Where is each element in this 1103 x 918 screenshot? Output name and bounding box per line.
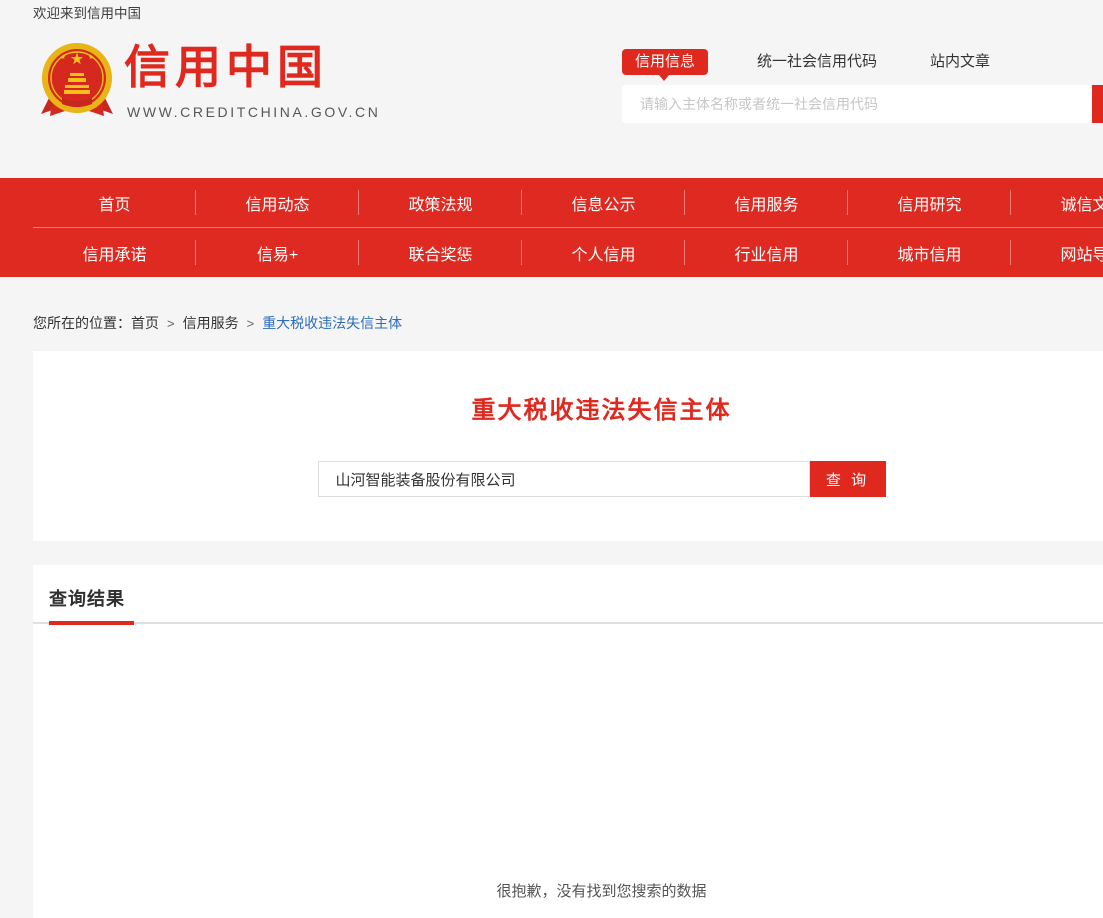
query-search-button[interactable]: 查 询	[810, 461, 886, 497]
breadcrumb-credit-services-link[interactable]: 信用服务	[183, 315, 239, 331]
query-panel: 重大税收违法失信主体 查 询	[33, 351, 1103, 541]
nav-item-policy-regulations[interactable]: 政策法规	[359, 178, 522, 227]
main-nav: 首页 信用动态 政策法规 信息公示 信用服务 信用研究 诚信文化 信用承诺 信易…	[0, 178, 1103, 277]
query-search-input[interactable]	[318, 461, 810, 497]
results-heading-bar: 查询结果	[33, 565, 1103, 624]
site-logo[interactable]	[40, 40, 114, 122]
nav-item-credit-services[interactable]: 信用服务	[685, 178, 848, 227]
header-search-tabs: 信用信息 统一社会信用代码 站内文章	[622, 49, 1102, 77]
nav-item-city-credit[interactable]: 城市信用	[848, 228, 1011, 277]
welcome-text: 欢迎来到信用中国	[0, 0, 1103, 28]
query-search-row: 查 询	[33, 461, 1103, 497]
nav-item-info-disclosure[interactable]: 信息公示	[522, 178, 685, 227]
breadcrumb-separator: >	[247, 316, 255, 331]
results-heading: 查询结果	[49, 585, 1103, 611]
nav-item-home[interactable]: 首页	[33, 178, 196, 227]
breadcrumb-prefix: 您所在的位置：	[33, 315, 131, 331]
national-emblem-icon	[40, 40, 114, 122]
nav-item-xinyi-plus[interactable]: 信易+	[196, 228, 359, 277]
header-search-input[interactable]	[622, 85, 1092, 123]
tab-credit-info[interactable]: 信用信息	[622, 49, 708, 75]
tab-site-articles[interactable]: 站内文章	[930, 49, 990, 75]
breadcrumb-separator: >	[167, 316, 175, 331]
site-name: 信用中国	[124, 44, 328, 90]
empty-state-message: 很抱歉，没有找到您搜索的数据	[33, 880, 1103, 901]
header-search-box	[622, 85, 1092, 123]
site-url: WWW.CREDITCHINA.GOV.CN	[127, 104, 380, 120]
nav-item-credit-commitment[interactable]: 信用承诺	[33, 228, 196, 277]
nav-item-credit-news[interactable]: 信用动态	[196, 178, 359, 227]
header-search-button[interactable]	[1092, 85, 1103, 123]
panel-gap	[0, 541, 1103, 565]
nav-item-integrity-culture[interactable]: 诚信文化	[1011, 178, 1103, 227]
nav-item-site-navigation[interactable]: 网站导航	[1011, 228, 1103, 277]
tab-unified-social-credit-code[interactable]: 统一社会信用代码	[757, 49, 877, 75]
content-area: 您所在的位置：首页 > 信用服务 > 重大税收违法失信主体 重大税收违法失信主体 查 询…	[0, 277, 1103, 918]
nav-row-1: 首页 信用动态 政策法规 信息公示 信用服务 信用研究 诚信文化	[0, 178, 1103, 227]
nav-item-credit-research[interactable]: 信用研究	[848, 178, 1011, 227]
page-title: 重大税收违法失信主体	[33, 351, 1103, 425]
site-header: 信用中国 WWW.CREDITCHINA.GOV.CN 信用信息 统一社会信用代…	[0, 28, 1103, 178]
nav-item-industry-credit[interactable]: 行业信用	[685, 228, 848, 277]
nav-item-personal-credit[interactable]: 个人信用	[522, 228, 685, 277]
breadcrumb: 您所在的位置：首页 > 信用服务 > 重大税收违法失信主体	[0, 277, 1103, 351]
breadcrumb-current-page[interactable]: 重大税收违法失信主体	[262, 315, 402, 331]
results-panel: 查询结果 很抱歉，没有找到您搜索的数据	[33, 565, 1103, 918]
nav-item-joint-reward-punishment[interactable]: 联合奖惩	[359, 228, 522, 277]
breadcrumb-home-link[interactable]: 首页	[131, 315, 159, 331]
nav-row-2: 信用承诺 信易+ 联合奖惩 个人信用 行业信用 城市信用 网站导航	[0, 228, 1103, 277]
